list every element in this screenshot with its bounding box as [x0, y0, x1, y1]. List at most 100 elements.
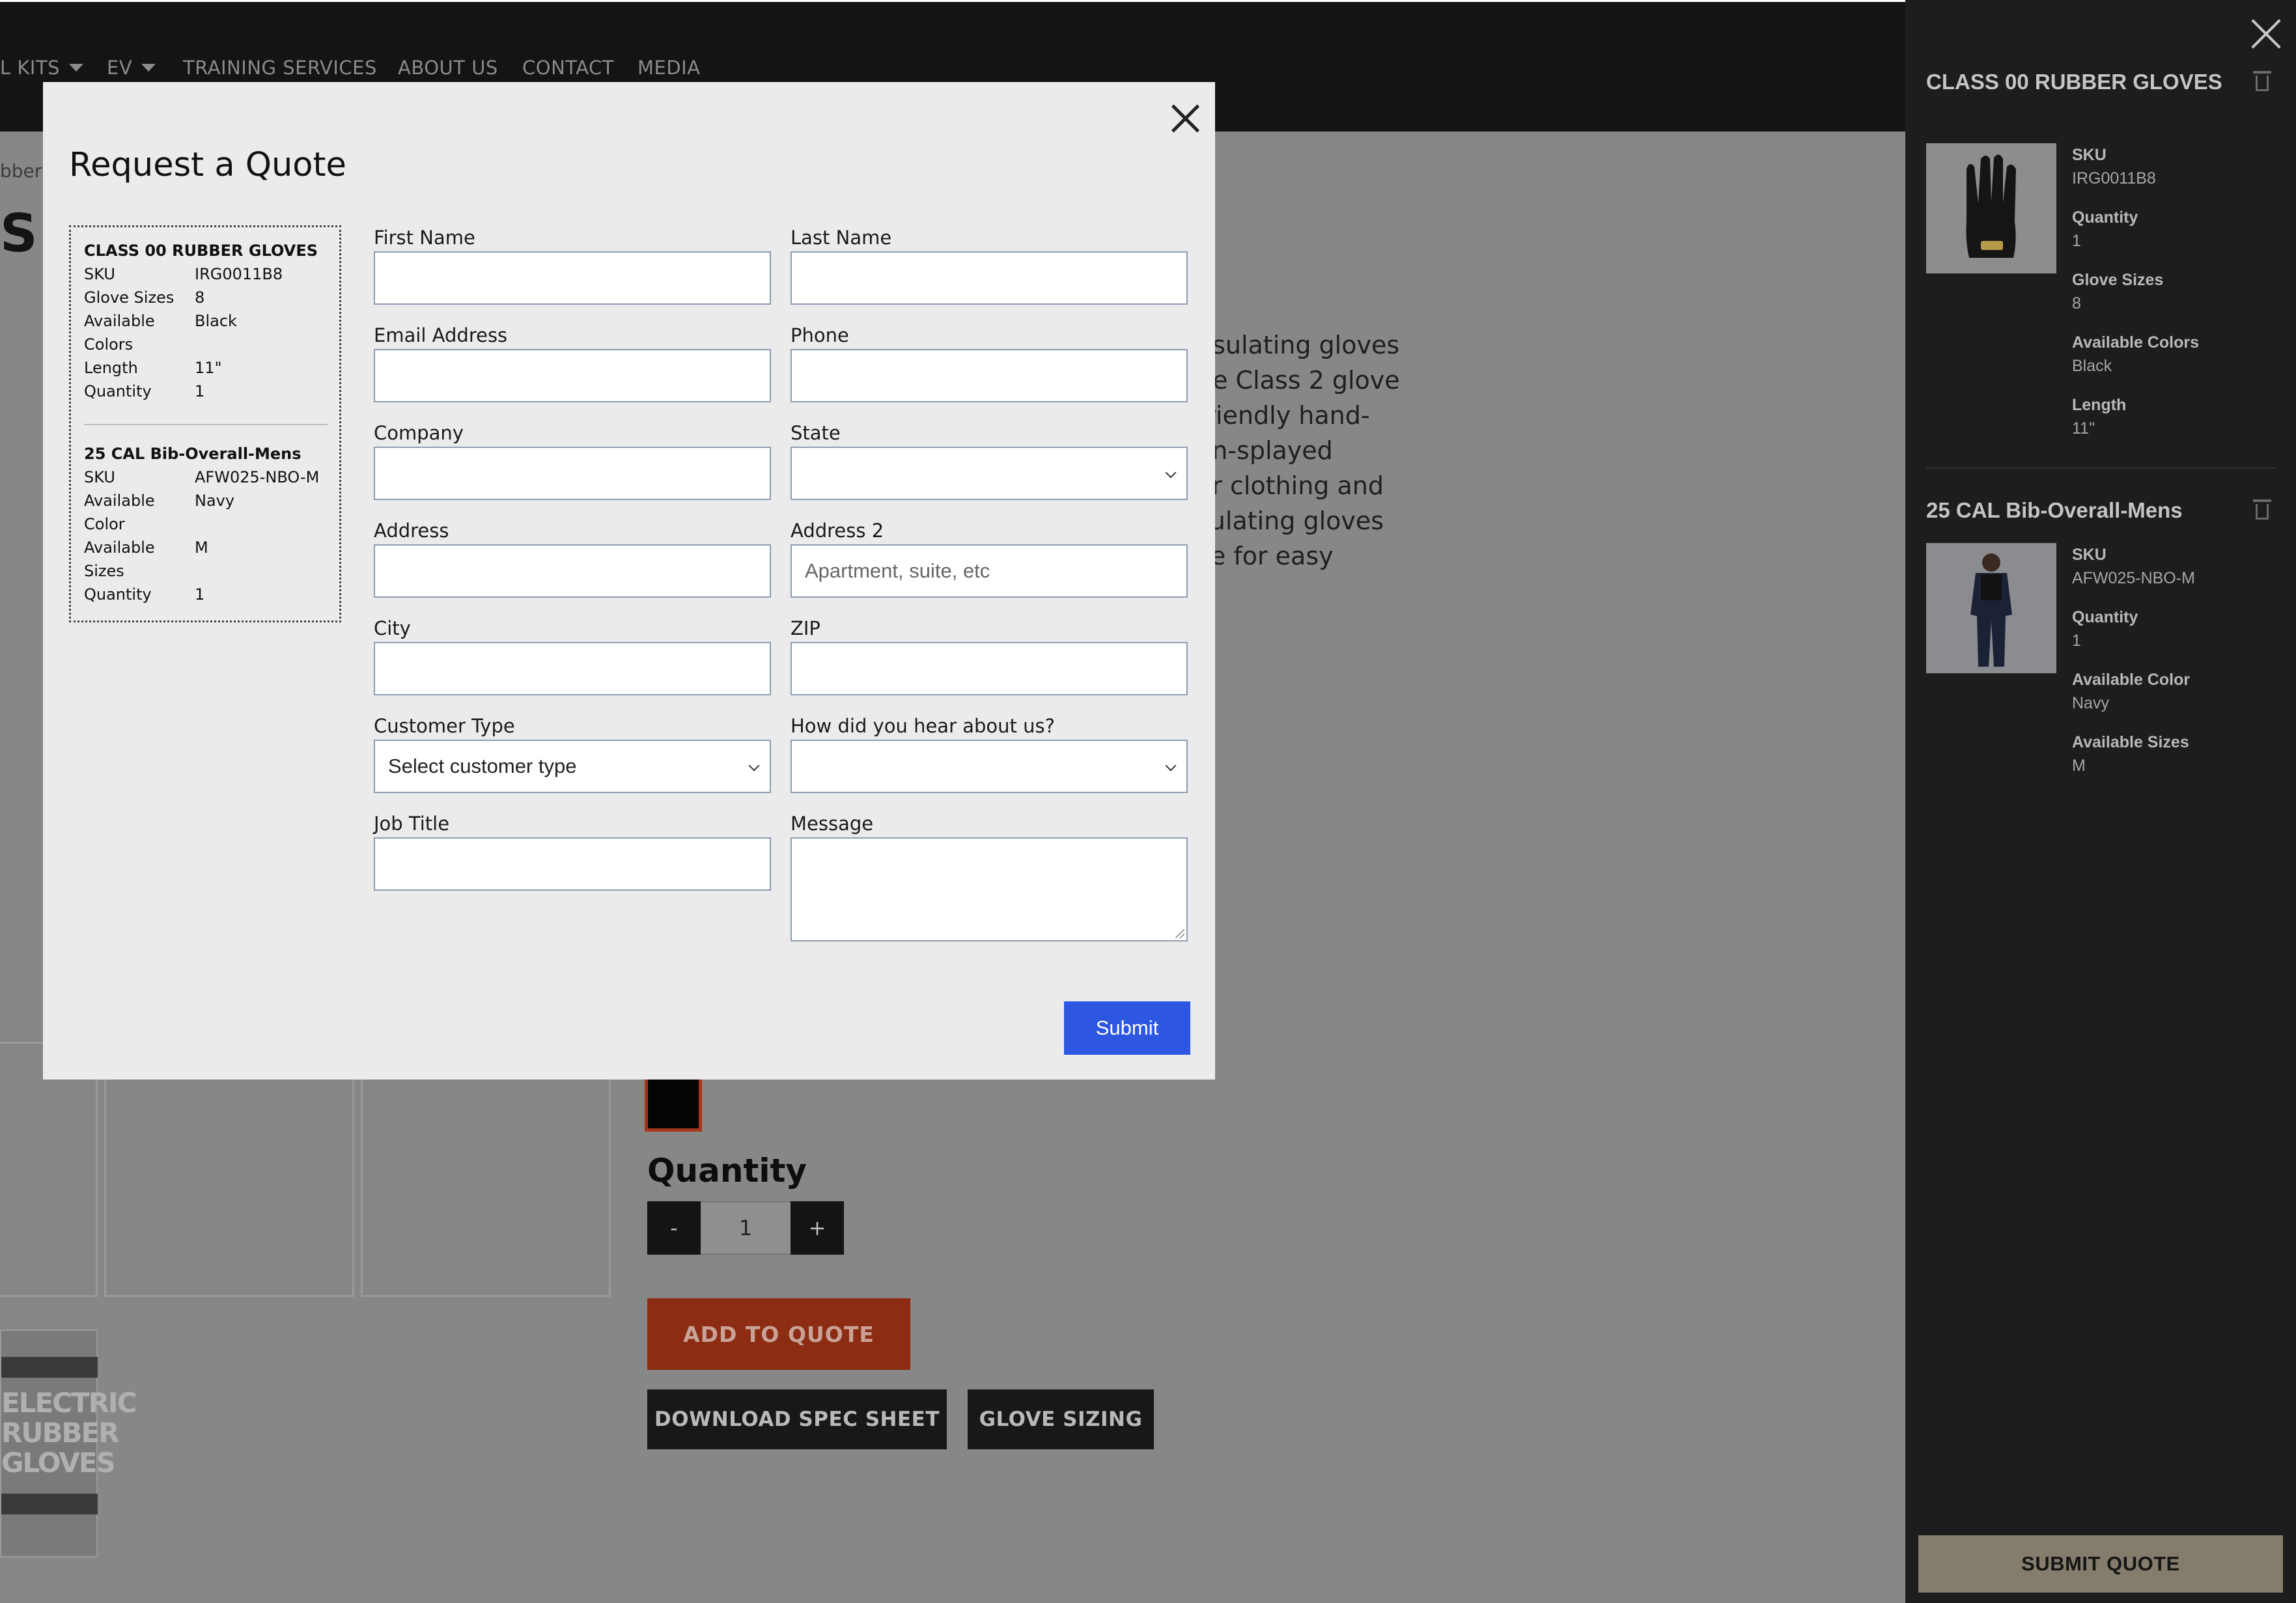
resize-handle-icon[interactable] — [1175, 929, 1184, 938]
chevron-down-icon — [141, 64, 156, 72]
trash-icon[interactable] — [2253, 71, 2271, 91]
submit-button[interactable]: Submit — [1064, 1001, 1190, 1055]
nav-item-about-us[interactable]: ABOUT US — [398, 57, 498, 79]
submit-quote-button[interactable]: SUBMIT QUOTE — [1918, 1535, 2283, 1593]
field-value: M — [2072, 757, 2086, 775]
field-value: 1 — [2072, 632, 2081, 650]
close-icon[interactable] — [1166, 100, 1205, 139]
field-value: 11" — [2072, 419, 2095, 438]
field-key: Available Color — [2072, 671, 2191, 689]
state-label: State — [791, 422, 841, 444]
message-textarea[interactable] — [791, 837, 1188, 941]
drawer-field: Available Color Navy — [2072, 668, 2190, 715]
description-line: nsulating gloves — [1197, 331, 1400, 359]
quantity-decrement-button[interactable]: - — [647, 1201, 701, 1255]
modal-title: Request a Quote — [69, 146, 346, 184]
last-name-input[interactable] — [791, 251, 1188, 305]
summary-row: Available Colors Black — [84, 309, 331, 356]
summary-key: Length — [84, 359, 138, 377]
summary-row: SKU IRG0011B8 — [84, 262, 331, 286]
description-line: sulating gloves — [1197, 507, 1384, 535]
email-input[interactable] — [374, 349, 771, 402]
customer-type-label: Customer Type — [374, 715, 515, 737]
field-key: Quantity — [2072, 208, 2138, 227]
overall-image — [1926, 543, 2056, 673]
first-name-label: First Name — [374, 227, 475, 249]
chevron-down-icon — [69, 64, 84, 72]
field-key: SKU — [2072, 546, 2107, 564]
glove-sizing-button[interactable]: GLOVE SIZING — [968, 1389, 1154, 1449]
summary-key: SKU — [84, 265, 115, 283]
company-input[interactable] — [374, 447, 771, 500]
summary-value: Navy — [195, 492, 235, 510]
summary-value: 8 — [195, 288, 205, 307]
logo-stripe — [1, 1357, 98, 1378]
product-image-gloves — [1926, 143, 2056, 273]
drawer-field: Quantity 1 — [2072, 206, 2138, 253]
quantity-increment-button[interactable]: + — [791, 1201, 844, 1255]
field-value: AFW025-NBO-M — [2072, 569, 2195, 587]
glove-image — [1926, 143, 2056, 273]
nav-item-contact[interactable]: CONTACT — [522, 57, 614, 79]
nav-item-media[interactable]: MEDIA — [637, 57, 701, 79]
summary-value: 1 — [195, 585, 205, 604]
company-label: Company — [374, 422, 464, 444]
nav-item-training-services[interactable]: TRAINING SERVICES — [183, 57, 377, 79]
summary-row: Quantity 1 — [84, 380, 331, 403]
breadcrumb[interactable]: bber — [0, 160, 42, 182]
zip-label: ZIP — [791, 617, 820, 639]
drawer-field: SKU IRG0011B8 — [2072, 143, 2156, 190]
quantity-input[interactable]: 1 — [701, 1201, 791, 1255]
job-title-label: Job Title — [374, 813, 450, 835]
drawer-field: SKU AFW025-NBO-M — [2072, 543, 2195, 590]
divider — [84, 424, 328, 425]
description-line: or clothing and — [1197, 471, 1384, 500]
product-thumbnail[interactable] — [361, 1042, 611, 1297]
hear-about-select[interactable] — [791, 740, 1188, 793]
summary-item-title: 25 CAL Bib-Overall-Mens — [84, 445, 301, 463]
description-line: ce for easy — [1197, 542, 1334, 570]
field-key: SKU — [2072, 146, 2107, 164]
summary-value: Black — [195, 312, 237, 330]
address-input[interactable] — [374, 544, 771, 598]
summary-key: Glove Sizes — [84, 288, 175, 307]
add-to-quote-button[interactable]: ADD TO QUOTE — [647, 1298, 910, 1370]
city-input[interactable] — [374, 642, 771, 695]
summary-key: Quantity — [84, 585, 152, 604]
state-select[interactable] — [791, 447, 1188, 500]
nav-item-ev[interactable]: EV — [107, 57, 156, 79]
nav-item-label: EV — [107, 57, 133, 79]
summary-value: 11" — [195, 359, 222, 377]
logo-stripe — [1, 1494, 98, 1514]
trash-icon[interactable] — [2253, 499, 2271, 520]
field-value: IRG0011B8 — [2072, 169, 2156, 188]
close-icon[interactable] — [2252, 20, 2280, 48]
nav-item-kits[interactable]: L KITS — [0, 57, 84, 79]
summary-row: SKU AFW025-NBO-M — [84, 466, 331, 489]
drawer-field: Length 11" — [2072, 393, 2126, 440]
address-label: Address — [374, 520, 449, 542]
address2-input[interactable]: Apartment, suite, etc — [791, 544, 1188, 598]
quote-summary: CLASS 00 RUBBER GLOVES SKU IRG0011B8 Glov… — [69, 225, 341, 622]
summary-key: SKU — [84, 468, 115, 486]
drawer-field: Glove Sizes 8 — [2072, 268, 2163, 315]
email-label: Email Address — [374, 324, 508, 346]
product-thumbnail[interactable] — [104, 1042, 354, 1297]
field-key: Quantity — [2072, 608, 2138, 626]
download-spec-sheet-button[interactable]: DOWNLOAD SPEC SHEET — [647, 1389, 947, 1449]
request-quote-modal: Request a Quote CLASS 00 RUBBER GLOVES S… — [43, 82, 1215, 1080]
phone-input[interactable] — [791, 349, 1188, 402]
message-label: Message — [791, 813, 874, 835]
customer-type-select[interactable]: Select customer type — [374, 740, 771, 793]
summary-row: Available Sizes M — [84, 536, 331, 583]
description-line: ne Class 2 glove — [1197, 366, 1400, 395]
zip-input[interactable] — [791, 642, 1188, 695]
first-name-input[interactable] — [374, 251, 771, 305]
address2-placeholder: Apartment, suite, etc — [805, 559, 990, 582]
product-thumbnail[interactable] — [0, 1042, 98, 1297]
summary-value: AFW025-NBO-M — [195, 468, 320, 486]
job-title-input[interactable] — [374, 837, 771, 891]
summary-key: Available Sizes — [84, 538, 155, 580]
product-logo-thumbnail[interactable]: ELECTRIC RUBBER GLOVES — [0, 1330, 137, 1557]
description-line: friendly hand- — [1197, 401, 1370, 430]
